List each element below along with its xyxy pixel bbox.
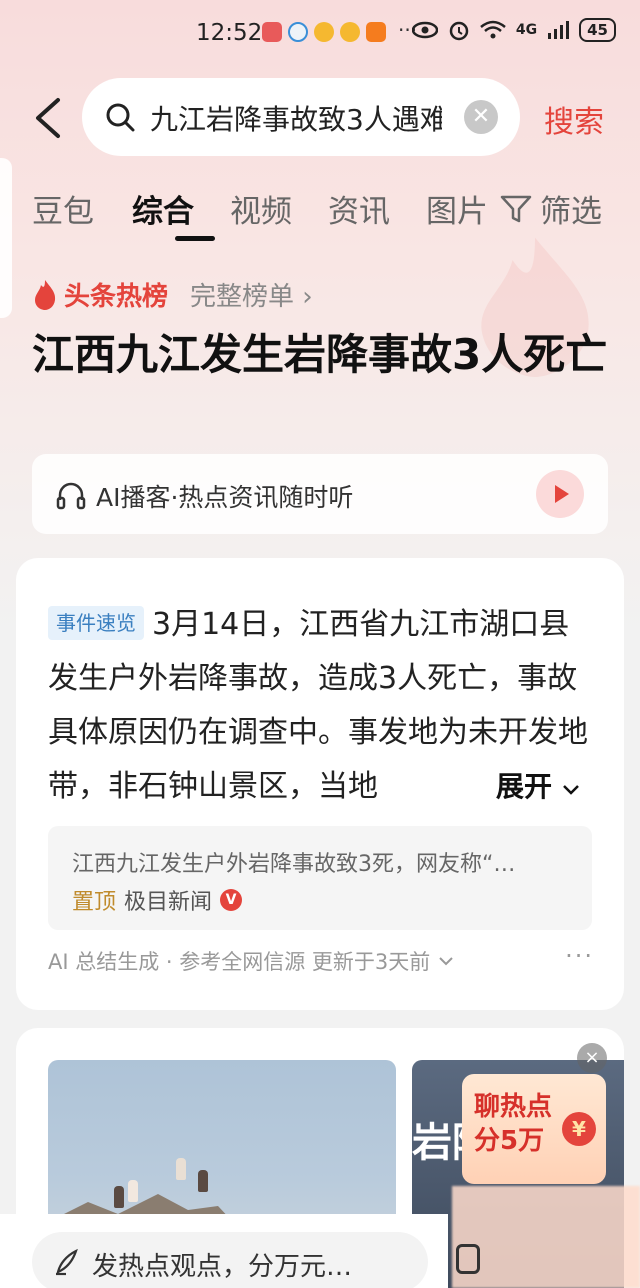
play-button[interactable] (536, 470, 584, 518)
ai-podcast-bar[interactable]: AI播客·热点资讯随时听 (32, 454, 608, 534)
event-summary-card: 事件速览 3月14日，江西省九江市湖口县发生户外岩降事故，造成3人死亡，事故具体原… (16, 558, 624, 1010)
search-input[interactable]: 九江岩降事故致3人遇难 (150, 98, 442, 138)
filter-label: 筛选 (540, 194, 602, 230)
promo-banner[interactable]: 聊热点 分5万 ¥ (462, 1074, 606, 1184)
comment-bar: 发热点观点，分万元… (0, 1214, 448, 1288)
play-icon (555, 485, 569, 503)
source-article[interactable]: 江西九江发生户外岩降事故致3死，网友称“… 置顶 极目新闻 V (48, 826, 592, 930)
active-tab-indicator (175, 236, 215, 241)
clear-icon[interactable]: ✕ (464, 100, 498, 134)
source-name: 极目新闻 (124, 890, 213, 915)
coin-icon: ¥ (562, 1112, 596, 1146)
hot-list-label: 头条热榜 (64, 282, 169, 312)
hot-topic-title[interactable]: 江西九江发生岩降事故3人死亡 (32, 326, 612, 384)
wifi-icon (480, 20, 506, 39)
promo-line-1: 聊热点 (474, 1092, 553, 1122)
tab-comprehensive[interactable]: 综合 (132, 186, 194, 231)
flame-icon (35, 279, 56, 310)
chevron-down-icon (562, 785, 579, 795)
network-type: 4G (515, 22, 538, 38)
close-icon[interactable]: × (577, 1043, 607, 1073)
share-icon[interactable] (456, 1244, 480, 1274)
battery-indicator: 45 (579, 18, 616, 42)
taobao-icon (366, 22, 386, 42)
eye-icon (411, 21, 438, 39)
headphone-icon (56, 482, 86, 510)
tab-images[interactable]: 图片 (426, 186, 488, 231)
expand-label: 展开 (496, 770, 553, 803)
ai-podcast-text: AI播客·热点资讯随时听 (96, 483, 354, 512)
promo-banner-faded[interactable] (452, 1186, 640, 1288)
more-options-icon[interactable]: ··· (565, 942, 594, 970)
filter-icon (500, 195, 532, 222)
person-figure (198, 1170, 208, 1192)
person-figure (114, 1186, 124, 1208)
search-box[interactable]: 九江岩降事故致3人遇难 ✕ (82, 78, 520, 156)
event-badge: 事件速览 (48, 606, 144, 640)
promo-line-2: 分5万 (474, 1126, 545, 1156)
comment-placeholder: 发热点观点，分万元… (92, 1252, 353, 1282)
filter-button[interactable]: 筛选 (500, 186, 602, 231)
tab-video[interactable]: 视频 (230, 186, 292, 231)
hot-list-header[interactable]: 头条热榜 完整榜单 › (32, 276, 313, 313)
huawei-app-icon (262, 22, 282, 42)
signal-icon (548, 21, 570, 39)
search-icon (106, 103, 135, 132)
expand-button[interactable]: 展开 (478, 760, 588, 814)
side-drawer-handle[interactable] (0, 158, 12, 318)
status-time: 12:52 (196, 20, 263, 46)
verified-icon: V (220, 889, 243, 911)
pinned-tag: 置顶 (72, 890, 117, 915)
tab-doubao[interactable]: 豆包 (32, 186, 94, 231)
weibo-icon (314, 22, 334, 42)
search-button[interactable]: 搜索 (544, 97, 604, 141)
full-list-link[interactable]: 完整榜单 › (190, 276, 313, 313)
source-title: 江西九江发生户外岩降事故致3死，网友称“… (72, 852, 516, 877)
back-button[interactable] (30, 96, 66, 140)
ai-summary-footer[interactable]: AI 总结生成 · 参考全网信源 更新于3天前 (48, 946, 454, 976)
notification-icons (262, 22, 386, 42)
pen-icon (56, 1248, 78, 1276)
status-bar: 12:52 ··· 4G 45 (0, 0, 640, 70)
system-status: 4G 45 (411, 18, 616, 42)
person-figure (176, 1158, 186, 1180)
tab-news[interactable]: 资讯 (328, 186, 390, 231)
browser-app-icon (288, 22, 308, 42)
alarm-icon (449, 21, 469, 41)
comment-input[interactable]: 发热点观点，分万元… (32, 1232, 428, 1288)
source-meta: 置顶 极目新闻 V (72, 884, 243, 916)
weibo-icon-2 (340, 22, 360, 42)
expand-fade (416, 760, 476, 814)
person-figure (128, 1180, 138, 1202)
footer-text: AI 总结生成 · 参考全网信源 更新于3天前 (48, 950, 431, 974)
chevron-down-icon (439, 957, 454, 966)
promo-text: 聊热点 分5万 (474, 1090, 552, 1158)
